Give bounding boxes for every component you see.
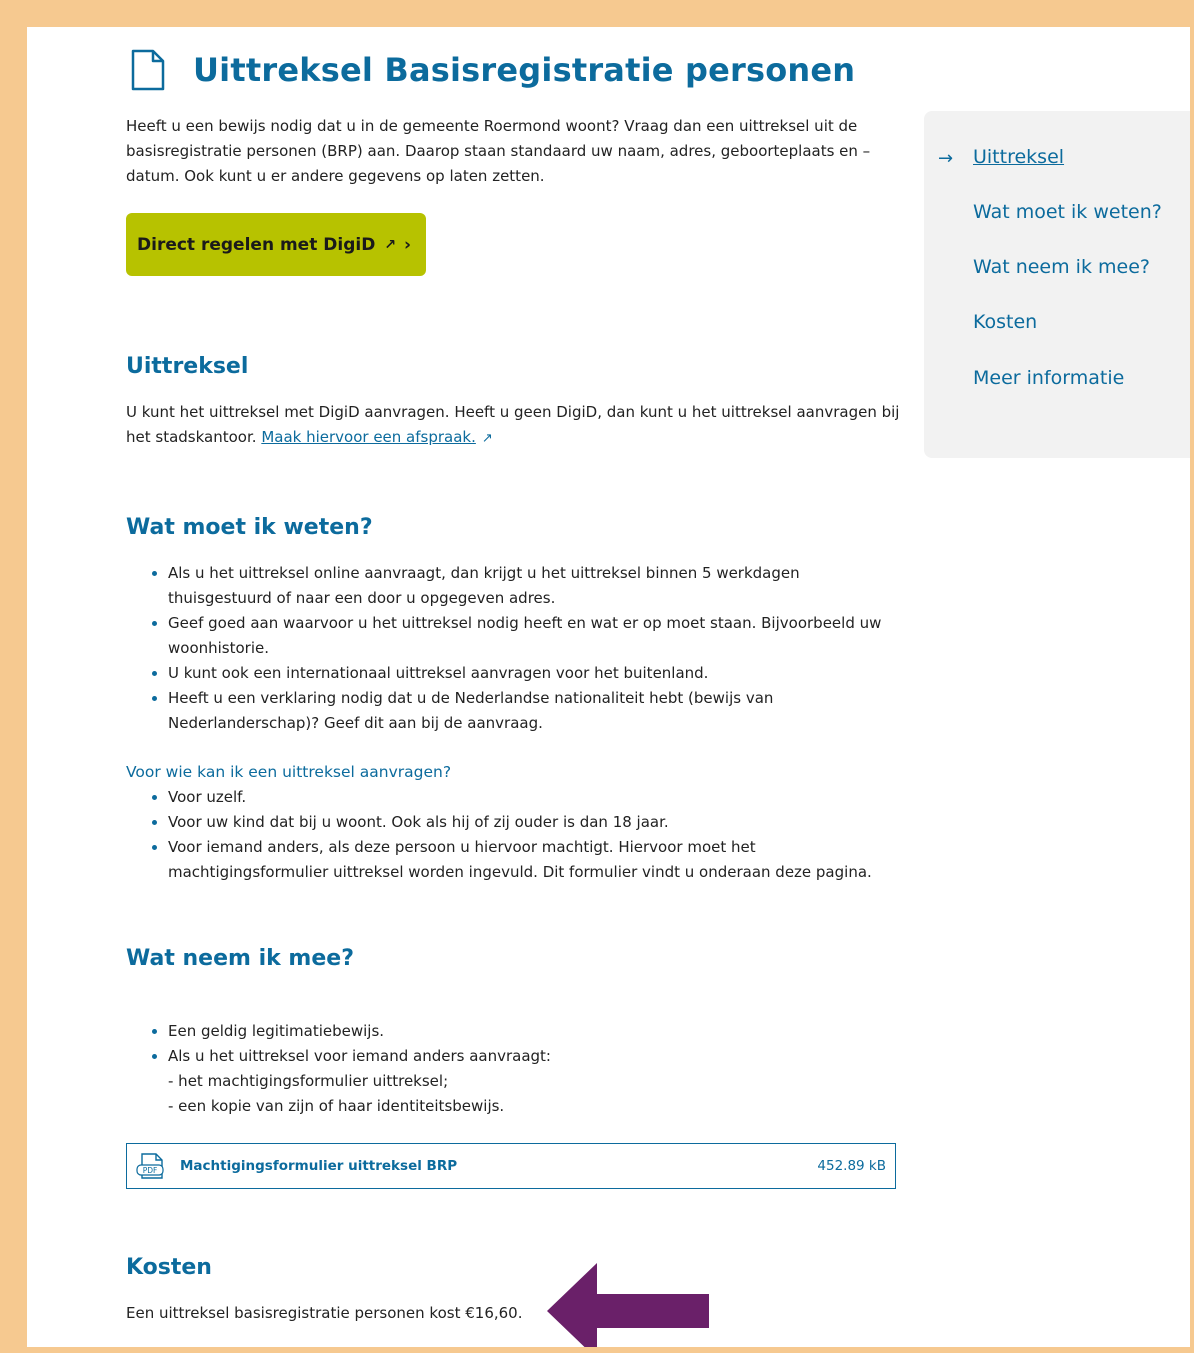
page-title: Uittreksel Basisregistratie personen [193, 51, 856, 89]
external-link-icon: ↗ [481, 431, 493, 446]
sidebar-nav: → Uittreksel Wat moet ik weten? Wat neem… [924, 111, 1190, 458]
chevron-right-icon: › [404, 234, 412, 255]
arrow-right-icon: → [938, 148, 954, 169]
list-item: Voor iemand anders, als deze persoon u h… [168, 835, 903, 885]
meenemen-list: Een geldig legitimatiebewijs. Als u het … [126, 1019, 903, 1119]
list-item: Heeft u een verklaring nodig dat u de Ne… [168, 686, 903, 736]
pdf-icon-text: PDF [143, 1166, 158, 1175]
uittreksel-text: U kunt het uittreksel met DigiD aanvrage… [126, 400, 901, 451]
section-heading-kosten: Kosten [126, 1255, 212, 1280]
document-icon [131, 49, 165, 91]
section-heading-meenemen: Wat neem ik mee? [126, 946, 354, 971]
list-item: Als u het uittreksel voor iemand anders … [168, 1044, 903, 1119]
list-item: Geef goed aan waarvoor u het uittreksel … [168, 611, 903, 661]
intro-text: Heeft u een bewijs nodig dat u in de gem… [126, 117, 871, 185]
digid-button[interactable]: Direct regelen met DigiD ↗ › [126, 213, 426, 276]
page-container: Uittreksel Basisregistratie personen Hee… [27, 27, 1190, 1347]
external-link-icon: ↗ [384, 236, 397, 253]
list-item: U kunt ook een internationaal uittreksel… [168, 661, 903, 686]
list-subline: - een kopie van zijn of haar identiteits… [168, 1097, 505, 1115]
download-pdf-link[interactable]: PDF Machtigingsformulier uittreksel BRP … [126, 1143, 896, 1189]
pdf-icon: PDF [136, 1153, 164, 1179]
afspraak-link[interactable]: Maak hiervoor een afspraak. [261, 428, 476, 446]
list-item: Voor uzelf. [168, 785, 903, 810]
sidebar-item-meenemen[interactable]: Wat neem ik mee? [973, 256, 1150, 278]
sidebar-item-kosten[interactable]: Kosten [973, 311, 1037, 333]
subheading-voor-wie: Voor wie kan ik een uittreksel aanvragen… [126, 763, 452, 781]
list-item: Als u het uittreksel online aanvraagt, d… [168, 561, 903, 611]
list-item-text: Als u het uittreksel voor iemand anders … [168, 1047, 551, 1065]
sidebar-item-uittreksel[interactable]: Uittreksel [973, 146, 1064, 168]
voor-wie-list: Voor uzelf. Voor uw kind dat bij u woont… [126, 785, 903, 885]
download-label: Machtigingsformulier uittreksel BRP [180, 1158, 458, 1174]
annotation-arrow-icon [547, 1263, 709, 1347]
section-heading-uittreksel: Uittreksel [126, 354, 249, 379]
list-item: Een geldig legitimatiebewijs. [168, 1019, 903, 1044]
title-row: Uittreksel Basisregistratie personen [126, 47, 855, 93]
section-heading-weten: Wat moet ik weten? [126, 515, 373, 540]
download-size: 452.89 kB [817, 1158, 886, 1174]
kosten-text: Een uittreksel basisregistratie personen… [126, 1304, 523, 1322]
list-item: Voor uw kind dat bij u woont. Ook als hi… [168, 810, 903, 835]
sidebar-item-weten[interactable]: Wat moet ik weten? [973, 201, 1162, 223]
digid-button-label: Direct regelen met DigiD [137, 234, 376, 255]
uittreksel-body: U kunt het uittreksel met DigiD aanvrage… [126, 403, 900, 446]
sidebar-item-meer-informatie[interactable]: Meer informatie [973, 367, 1124, 389]
weten-list: Als u het uittreksel online aanvraagt, d… [126, 561, 903, 736]
list-subline: - het machtigingsformulier uittreksel; [168, 1072, 449, 1090]
